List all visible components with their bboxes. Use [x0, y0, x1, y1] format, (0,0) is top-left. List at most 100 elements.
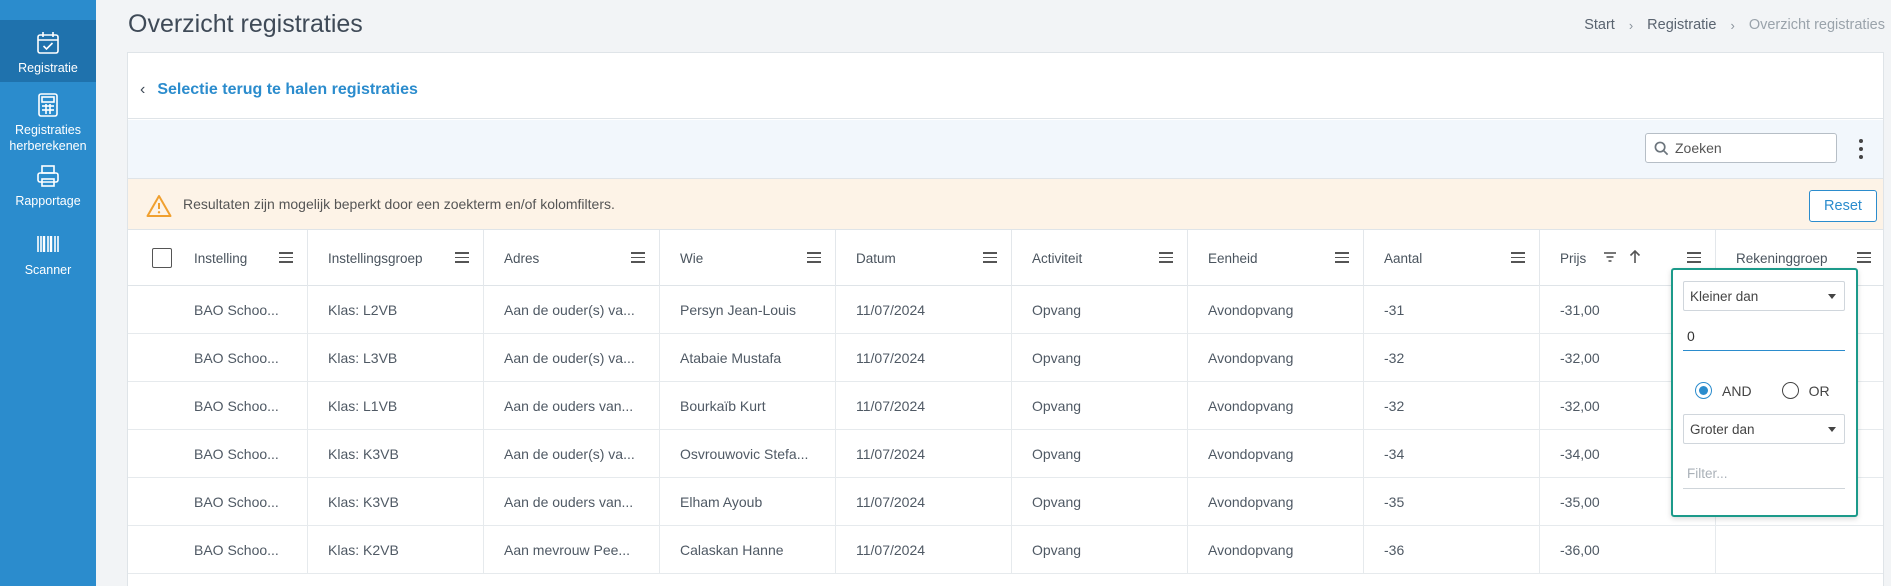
- operator-and-label: AND: [1722, 382, 1752, 399]
- cell-datum: 11/07/2024: [836, 286, 1012, 334]
- more-options-icon[interactable]: [1856, 137, 1866, 161]
- column-menu-icon[interactable]: [455, 252, 469, 263]
- breadcrumb-registratie[interactable]: Registratie: [1647, 17, 1716, 33]
- filter-condition-2-select[interactable]: Groter dan: [1683, 414, 1845, 444]
- search-placeholder: Zoeken: [1675, 140, 1722, 156]
- table-row[interactable]: BAO Schoo... Klas: K2VB Aan mevrouw Pee...…: [128, 526, 1883, 574]
- cell-instellingsgroep: Klas: K3VB: [308, 430, 484, 478]
- filter-warning-banner: Resultaten zijn mogelijk beperkt door ee…: [128, 179, 1883, 230]
- table-row[interactable]: BAO Schoo... Klas: L1VB Aan de ouders van.…: [128, 382, 1883, 430]
- table-row[interactable]: BAO Schoo... Klas: L3VB Aan de ouder(s) va…: [128, 334, 1883, 382]
- cell-aantal: -32: [1364, 382, 1540, 430]
- column-menu-icon[interactable]: [1159, 252, 1173, 263]
- breadcrumb-current: Overzicht registraties: [1748, 17, 1885, 33]
- cell-adres: Aan de ouders van...: [484, 478, 660, 526]
- column-menu-icon[interactable]: [1335, 252, 1349, 263]
- cell-datum: 11/07/2024: [836, 382, 1012, 430]
- cell-aantal: -35: [1364, 478, 1540, 526]
- sidebar-item-herberekenen[interactable]: Registraties herberekenen: [0, 92, 96, 158]
- row-select-cell[interactable]: [128, 430, 174, 478]
- row-select-cell[interactable]: [128, 334, 174, 382]
- sidebar-item-scanner[interactable]: Scanner: [0, 232, 96, 282]
- column-menu-icon[interactable]: [807, 252, 821, 263]
- column-header-adres[interactable]: Adres: [484, 230, 660, 286]
- cell-eenheid: Avondopvang: [1188, 334, 1364, 382]
- cell-activiteit: Opvang: [1012, 430, 1188, 478]
- cell-adres: Aan mevrouw Pee...: [484, 526, 660, 574]
- cell-instellingsgroep: Klas: K3VB: [308, 478, 484, 526]
- column-menu-icon[interactable]: [279, 252, 293, 263]
- cell-aantal: -32: [1364, 334, 1540, 382]
- row-select-cell[interactable]: [128, 382, 174, 430]
- cell-activiteit: Opvang: [1012, 382, 1188, 430]
- back-link[interactable]: ‹ Selectie terug te halen registraties: [140, 81, 418, 99]
- operator-or-radio[interactable]: [1781, 382, 1799, 399]
- column-header-eenheid[interactable]: Eenheid: [1188, 230, 1364, 286]
- cell-activiteit: Opvang: [1012, 286, 1188, 334]
- cell-adres: Aan de ouder(s) va...: [484, 286, 660, 334]
- sidebar-item-label: Registraties herberekenen: [9, 123, 87, 153]
- reset-button[interactable]: Reset: [1809, 190, 1877, 222]
- card-header: ‹ Selectie terug te halen registraties: [128, 53, 1883, 119]
- select-all-checkbox[interactable]: [152, 248, 172, 268]
- row-select-cell[interactable]: [128, 526, 174, 574]
- filter-value-1-input[interactable]: 0: [1683, 321, 1845, 351]
- column-header-datum[interactable]: Datum: [836, 230, 1012, 286]
- operator-and-radio[interactable]: [1695, 382, 1712, 399]
- chevron-right-icon: ›: [1730, 17, 1735, 33]
- breadcrumb: Start › Registratie › Overzicht registra…: [1584, 17, 1885, 33]
- cell-wie: Atabaie Mustafa: [660, 334, 836, 382]
- cell-eenheid: Avondopvang: [1188, 430, 1364, 478]
- sidebar-item-rapportage[interactable]: Rapportage: [0, 163, 96, 213]
- cell-datum: 11/07/2024: [836, 478, 1012, 526]
- row-select-cell[interactable]: [128, 478, 174, 526]
- table-row[interactable]: BAO Schoo... Klas: K3VB Aan de ouders van.…: [128, 478, 1883, 526]
- column-menu-icon[interactable]: [631, 252, 645, 263]
- grid-body: BAO Schoo... Klas: L2VB Aan de ouder(s) va…: [128, 286, 1883, 574]
- select-column: [128, 230, 174, 286]
- cell-instelling: BAO Schoo...: [174, 478, 308, 526]
- table-row[interactable]: BAO Schoo... Klas: K3VB Aan de ouder(s) va…: [128, 430, 1883, 478]
- cell-aantal: -36: [1364, 526, 1540, 574]
- cell-rekeninggroep: [1716, 526, 1885, 574]
- back-link-label: Selectie terug te halen registraties: [157, 81, 418, 98]
- cell-wie: Persyn Jean-Louis: [660, 286, 836, 334]
- breadcrumb-start[interactable]: Start: [1584, 17, 1615, 33]
- cell-datum: 11/07/2024: [836, 334, 1012, 382]
- column-header-instelling[interactable]: Instelling: [174, 230, 308, 286]
- cell-eenheid: Avondopvang: [1188, 382, 1364, 430]
- filter-condition-1-select[interactable]: Kleiner dan: [1683, 281, 1845, 311]
- registrations-card: ‹ Selectie terug te halen registraties Z…: [127, 52, 1884, 586]
- sidebar-item-label: Rapportage: [15, 194, 81, 208]
- operator-or-label: OR: [1808, 382, 1830, 399]
- calculator-icon: [38, 93, 58, 117]
- chevron-left-icon: ‹: [140, 81, 146, 98]
- column-menu-icon[interactable]: [1511, 252, 1525, 263]
- cell-instelling: BAO Schoo...: [174, 430, 308, 478]
- table-row[interactable]: BAO Schoo... Klas: L2VB Aan de ouder(s) va…: [128, 286, 1883, 334]
- cell-wie: Bourkaïb Kurt: [660, 382, 836, 430]
- column-header-instellingsgroep[interactable]: Instellingsgroep: [308, 230, 484, 286]
- cell-eenheid: Avondopvang: [1188, 478, 1364, 526]
- sidebar-item-registratie[interactable]: Registratie: [0, 20, 96, 82]
- cell-datum: 11/07/2024: [836, 526, 1012, 574]
- barcode-icon: [37, 236, 59, 252]
- toolbar: Zoeken: [128, 120, 1883, 179]
- search-input[interactable]: Zoeken: [1645, 133, 1837, 163]
- column-header-wie[interactable]: Wie: [660, 230, 836, 286]
- column-header-aantal[interactable]: Aantal: [1364, 230, 1540, 286]
- warning-message: Resultaten zijn mogelijk beperkt door ee…: [183, 196, 615, 212]
- column-menu-icon[interactable]: [1857, 252, 1871, 263]
- column-menu-icon[interactable]: [1687, 252, 1701, 263]
- grid-header: Instelling Instellingsgroep Adres Wie Da…: [128, 230, 1883, 286]
- cell-aantal: -34: [1364, 430, 1540, 478]
- filter-value-2-input[interactable]: Filter...: [1683, 459, 1845, 489]
- sort-ascending-icon[interactable]: [1629, 249, 1641, 264]
- cell-instelling: BAO Schoo...: [174, 382, 308, 430]
- cell-datum: 11/07/2024: [836, 430, 1012, 478]
- filter-icon[interactable]: [1603, 251, 1617, 263]
- printer-icon: [37, 165, 59, 187]
- row-select-cell[interactable]: [128, 286, 174, 334]
- column-header-activiteit[interactable]: Activiteit: [1012, 230, 1188, 286]
- column-menu-icon[interactable]: [983, 252, 997, 263]
